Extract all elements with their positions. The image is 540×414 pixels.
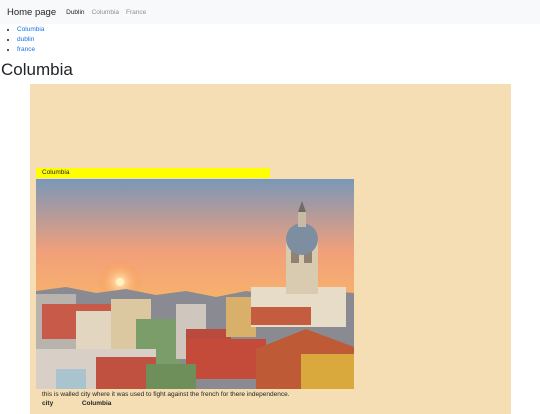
list-item: Columbia <box>17 25 44 35</box>
nav-link-columbia[interactable]: Columbia <box>92 9 119 16</box>
description-text: this is walled city where it was used to… <box>42 391 290 398</box>
link-dublin[interactable]: dublin <box>17 36 34 43</box>
city-photo-image <box>36 179 354 389</box>
info-row: city Columbia <box>42 400 111 407</box>
page-links-list: Columbia dublin france <box>8 25 44 55</box>
page-title: Columbia <box>1 60 73 79</box>
nav-link-dublin[interactable]: Dublin <box>66 9 84 16</box>
link-columbia[interactable]: Columbia <box>17 26 44 33</box>
nav-link-france[interactable]: France <box>126 9 146 16</box>
content-panel: Columbia this is walled city where it wa… <box>30 84 511 414</box>
navbar-brand[interactable]: Home page <box>7 7 56 18</box>
list-item: dublin <box>17 35 44 45</box>
image-caption: Columbia <box>36 168 270 178</box>
info-value: Columbia <box>81 400 112 407</box>
link-france[interactable]: france <box>17 46 35 53</box>
navbar: Home page Dublin Columbia France <box>0 0 540 24</box>
city-photo <box>36 179 354 389</box>
info-label: city <box>42 400 54 407</box>
list-item: france <box>17 45 44 55</box>
